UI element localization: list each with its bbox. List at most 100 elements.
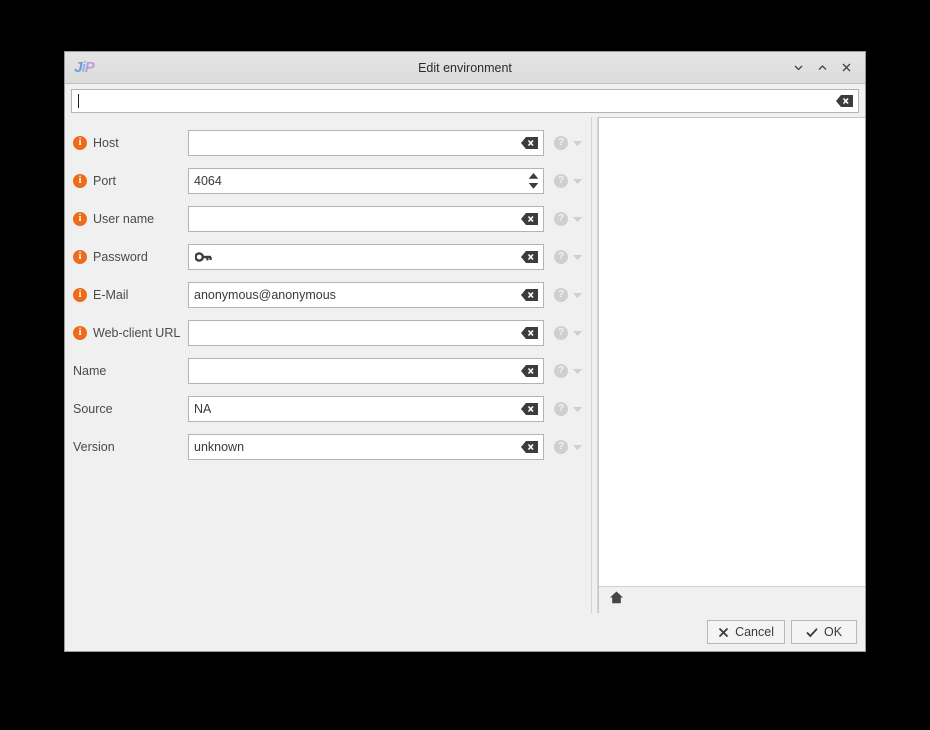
- clear-icon: [521, 365, 538, 377]
- check-icon: [806, 627, 818, 638]
- form-field-cell-user-name: ?: [188, 206, 591, 232]
- form-label-password: Password: [93, 250, 148, 264]
- info-icon[interactable]: i: [73, 250, 87, 264]
- user-name-clear-button[interactable]: [521, 213, 538, 225]
- ok-button[interactable]: OK: [791, 620, 857, 644]
- help-cell-password: ?: [544, 250, 590, 264]
- help-icon[interactable]: ?: [554, 440, 568, 454]
- help-icon[interactable]: ?: [554, 136, 568, 150]
- name-clear-button[interactable]: [521, 365, 538, 377]
- help-cell-user-name: ?: [544, 212, 590, 226]
- help-icon[interactable]: ?: [554, 288, 568, 302]
- form-field-cell-port: 4064?: [188, 168, 591, 194]
- form-row-version: Versionunknown?: [65, 428, 591, 466]
- chevron-down-icon[interactable]: [572, 368, 583, 375]
- help-icon[interactable]: ?: [554, 326, 568, 340]
- port-spinner[interactable]: [528, 173, 539, 190]
- cancel-button[interactable]: Cancel: [707, 620, 785, 644]
- dialog-body: iHost?iPort4064?iUser name?iPassword?iE-…: [65, 117, 865, 613]
- form-label-cell-user-name: iUser name: [65, 212, 188, 226]
- host-clear-button[interactable]: [521, 137, 538, 149]
- form-row-user-name: iUser name?: [65, 200, 591, 238]
- help-cell-e-mail: ?: [544, 288, 590, 302]
- form-label-name: Name: [73, 364, 106, 378]
- name-input[interactable]: [188, 358, 544, 384]
- info-icon[interactable]: i: [73, 288, 87, 302]
- info-icon[interactable]: i: [73, 174, 87, 188]
- home-icon: [609, 590, 624, 610]
- form-label-web-client-url: Web-client URL: [93, 326, 180, 340]
- web-client-url-input[interactable]: [188, 320, 544, 346]
- ok-button-label: OK: [824, 625, 842, 639]
- form-field-cell-password: ?: [188, 244, 591, 270]
- help-cell-port: ?: [544, 174, 590, 188]
- chevron-down-icon[interactable]: [572, 178, 583, 185]
- password-input[interactable]: [188, 244, 544, 270]
- maximize-button[interactable]: [811, 57, 833, 79]
- clear-icon: [521, 327, 538, 339]
- form-row-e-mail: i E-Mail anonymous@anonymous?: [65, 276, 591, 314]
- splitter-handle[interactable]: [591, 117, 598, 613]
- version-clear-button[interactable]: [521, 441, 538, 453]
- spinner-down-icon[interactable]: [528, 183, 539, 190]
- e-mail-input[interactable]: anonymous@anonymous: [188, 282, 544, 308]
- minimize-button[interactable]: [787, 57, 809, 79]
- form-row-port: i Port 4064?: [65, 162, 591, 200]
- password-clear-button[interactable]: [521, 251, 538, 263]
- form-field-cell-e-mail: anonymous@anonymous?: [188, 282, 591, 308]
- info-icon[interactable]: i: [73, 326, 87, 340]
- clear-icon: [521, 403, 538, 415]
- filter-clear-button[interactable]: [836, 95, 853, 107]
- help-icon[interactable]: ?: [554, 250, 568, 264]
- e-mail-clear-button[interactable]: [521, 289, 538, 301]
- form-label-cell-host: iHost: [65, 136, 188, 150]
- key-icon: [194, 251, 213, 263]
- form-label-cell-web-client-url: i Web-client URL: [65, 326, 188, 340]
- help-icon[interactable]: ?: [554, 212, 568, 226]
- close-button[interactable]: [835, 57, 857, 79]
- home-button[interactable]: [607, 591, 625, 609]
- help-icon[interactable]: ?: [554, 174, 568, 188]
- form-label-source: Source: [73, 402, 113, 416]
- host-input[interactable]: [188, 130, 544, 156]
- form-label-cell-version: Version: [65, 440, 188, 454]
- cancel-button-label: Cancel: [735, 625, 774, 639]
- source-input-value: NA: [194, 402, 211, 416]
- form-label-e-mail: E-Mail: [93, 288, 128, 302]
- dialog-footer: Cancel OK: [65, 613, 865, 651]
- help-icon[interactable]: ?: [554, 402, 568, 416]
- chevron-down-icon[interactable]: [572, 216, 583, 223]
- help-cell-host: ?: [544, 136, 590, 150]
- spinner-up-icon[interactable]: [528, 173, 539, 180]
- form-field-cell-version: unknown?: [188, 434, 591, 460]
- edit-environment-dialog: JiP Edit environment: [64, 51, 866, 652]
- clear-icon: [521, 251, 538, 263]
- chevron-down-icon[interactable]: [572, 330, 583, 337]
- form-label-port: Port: [93, 174, 116, 188]
- port-input[interactable]: 4064: [188, 168, 544, 194]
- clear-icon: [521, 137, 538, 149]
- help-icon[interactable]: ?: [554, 364, 568, 378]
- form-field-cell-source: NA?: [188, 396, 591, 422]
- info-icon[interactable]: i: [73, 136, 87, 150]
- help-cell-web-client-url: ?: [544, 326, 590, 340]
- web-client-url-clear-button[interactable]: [521, 327, 538, 339]
- chevron-down-icon[interactable]: [572, 254, 583, 261]
- close-icon: [718, 627, 729, 638]
- filter-input[interactable]: [71, 89, 859, 113]
- app-logo-icon: JiP: [71, 58, 97, 78]
- form-label-cell-source: Source: [65, 402, 188, 416]
- chevron-down-icon[interactable]: [572, 292, 583, 299]
- chevron-down-icon[interactable]: [572, 140, 583, 147]
- version-input[interactable]: unknown: [188, 434, 544, 460]
- source-clear-button[interactable]: [521, 403, 538, 415]
- version-input-value: unknown: [194, 440, 244, 454]
- chevron-down-icon[interactable]: [572, 406, 583, 413]
- clear-icon: [521, 289, 538, 301]
- info-icon[interactable]: i: [73, 212, 87, 226]
- logo-letter-1: J: [74, 60, 81, 75]
- user-name-input[interactable]: [188, 206, 544, 232]
- chevron-down-icon[interactable]: [572, 444, 583, 451]
- source-input[interactable]: NA: [188, 396, 544, 422]
- side-panel-toolbar: [599, 586, 865, 613]
